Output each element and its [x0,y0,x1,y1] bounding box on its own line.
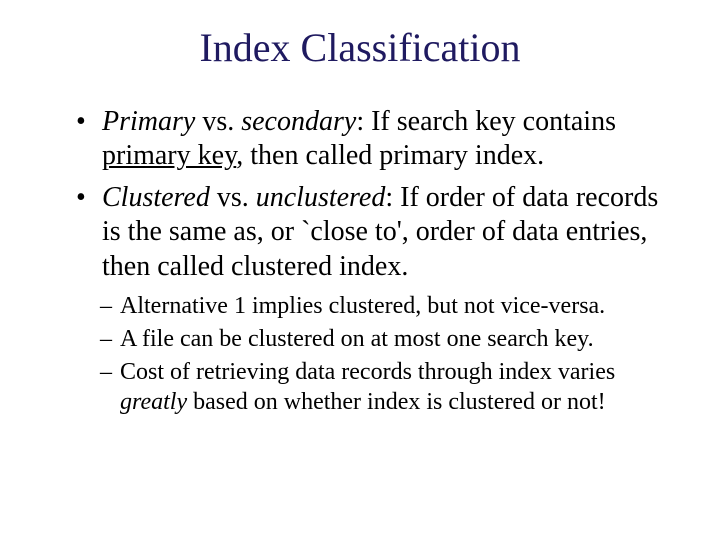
sub-bullet-list: Alternative 1 implies clustered, but not… [44,292,676,417]
underline-primary-key: primary key [102,140,236,171]
term-primary: Primary [102,106,195,137]
bullet-clustered-unclustered: Clustered vs. unclustered: If order of d… [76,181,676,283]
sub-bullet-alt1: Alternative 1 implies clustered, but not… [100,292,676,321]
emph-greatly: greatly [120,389,187,415]
term-clustered: Clustered [102,182,210,213]
text: Cost of retrieving data records through … [120,359,615,385]
slide: Index Classification Primary vs. seconda… [0,0,720,540]
text: , then called primary index. [236,140,544,171]
bullet-primary-secondary: Primary vs. secondary: If search key con… [76,105,676,173]
sub-bullet-one-key: A file can be clustered on at most one s… [100,325,676,354]
term-secondary: secondary [241,106,356,137]
text: based on whether index is clustered or n… [187,389,606,415]
bullet-list: Primary vs. secondary: If search key con… [44,105,676,284]
term-unclustered: unclustered [256,182,386,213]
text: : [356,106,371,137]
sub-bullet-cost: Cost of retrieving data records through … [100,358,676,417]
text: : [385,182,400,213]
text: If search key contains [371,106,616,137]
text: vs. [195,106,241,137]
text: vs. [210,182,256,213]
slide-title: Index Classification [44,24,676,71]
